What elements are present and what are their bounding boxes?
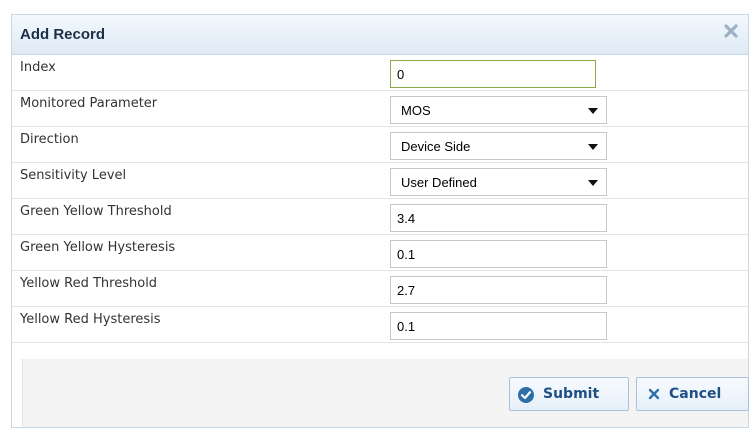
yellow-red-hysteresis-label: Yellow Red Hysteresis [20, 312, 161, 327]
index-value: 0 [397, 67, 405, 82]
green-yellow-threshold-label: Green Yellow Threshold [20, 204, 172, 219]
direction-value: Device Side [401, 139, 471, 154]
chevron-down-icon [588, 180, 598, 186]
add-record-dialog: Add Record Index 0 Monitored Parameter M… [11, 14, 749, 428]
green-yellow-hysteresis-value: 0.1 [397, 247, 416, 262]
check-circle-icon [518, 387, 534, 403]
green-yellow-threshold-input[interactable]: 3.4 [390, 204, 607, 232]
yellow-red-threshold-value: 2.7 [397, 283, 416, 298]
submit-label: Submit [543, 386, 600, 402]
monitored-parameter-select[interactable]: MOS [390, 96, 607, 124]
form-row-yellow-red-hysteresis: Yellow Red Hysteresis 0.1 [12, 307, 748, 343]
form-row-green-yellow-hysteresis: Green Yellow Hysteresis 0.1 [12, 235, 748, 271]
cancel-label: Cancel [669, 386, 722, 402]
dialog-title: Add Record [20, 26, 106, 43]
submit-button[interactable]: Submit [509, 377, 629, 411]
sensitivity-level-select[interactable]: User Defined [390, 168, 607, 196]
yellow-red-hysteresis-input[interactable]: 0.1 [390, 312, 607, 340]
chevron-down-icon [588, 144, 598, 150]
green-yellow-hysteresis-label: Green Yellow Hysteresis [20, 240, 176, 255]
sensitivity-level-label: Sensitivity Level [20, 168, 127, 183]
form-row-monitored-parameter: Monitored Parameter MOS [12, 91, 748, 127]
form-row-yellow-red-threshold: Yellow Red Threshold 2.7 [12, 271, 748, 307]
direction-select[interactable]: Device Side [390, 132, 607, 160]
chevron-down-icon [588, 108, 598, 114]
yellow-red-hysteresis-value: 0.1 [397, 319, 416, 334]
yellow-red-threshold-input[interactable]: 2.7 [390, 276, 607, 304]
yellow-red-threshold-label: Yellow Red Threshold [20, 276, 158, 291]
cancel-button[interactable]: Cancel [636, 377, 749, 411]
index-label: Index [20, 60, 56, 75]
sensitivity-level-value: User Defined [401, 175, 477, 190]
form-row-sensitivity-level: Sensitivity Level User Defined [12, 163, 748, 199]
form-row-direction: Direction Device Side [12, 127, 748, 163]
form-row-green-yellow-threshold: Green Yellow Threshold 3.4 [12, 199, 748, 235]
monitored-parameter-label: Monitored Parameter [20, 96, 158, 111]
monitored-parameter-value: MOS [401, 103, 431, 118]
dialog-footer: Submit Cancel [22, 359, 749, 427]
green-yellow-hysteresis-input[interactable]: 0.1 [390, 240, 607, 268]
index-input[interactable]: 0 [390, 60, 596, 88]
form-row-index: Index 0 [12, 55, 748, 91]
green-yellow-threshold-value: 3.4 [397, 211, 416, 226]
close-icon[interactable] [723, 23, 739, 39]
dialog-titlebar: Add Record [12, 15, 748, 55]
x-icon [648, 388, 660, 400]
direction-label: Direction [20, 132, 79, 147]
